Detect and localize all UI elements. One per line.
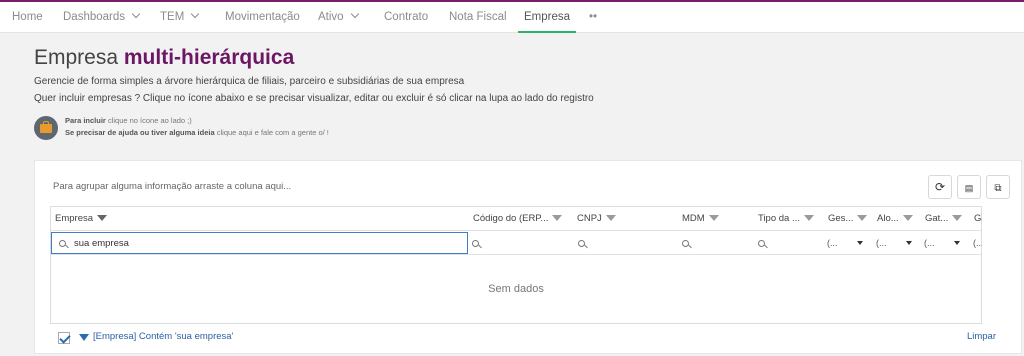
chevron-down-icon — [191, 9, 200, 19]
column-header-gat-2[interactable]: Gat — [974, 207, 982, 231]
search-icon — [578, 240, 585, 247]
company-grid: Empresa Código do (ERP... CNPJ MDM Tipo … — [50, 206, 982, 324]
nav-empresa[interactable]: Empresa — [517, 2, 577, 33]
nav-home[interactable]: Home — [12, 2, 43, 33]
export-button[interactable]: ▤ — [957, 175, 981, 199]
mdm-filter-input[interactable] — [682, 231, 752, 255]
nav-more[interactable]: •• — [589, 2, 597, 33]
chevron-down-icon — [131, 9, 141, 19]
nav-ativo[interactable]: Ativo — [318, 2, 359, 33]
filter-icon — [79, 334, 89, 341]
column-header-gat[interactable]: Gat... — [925, 207, 975, 231]
search-icon — [758, 240, 765, 247]
page-description-1: Gerencie de forma simples a árvore hierá… — [34, 76, 465, 87]
nav-nota-fiscal[interactable]: Nota Fiscal — [449, 2, 507, 33]
caret-down-icon — [857, 241, 863, 245]
help-contact-link[interactable]: Se precisar de ajuda ou tiver alguma ide… — [65, 128, 329, 137]
ges-filter-select[interactable]: (... — [827, 231, 875, 255]
page-description-2: Quer incluir empresas ? Clique no ícone … — [34, 93, 594, 104]
filter-icon[interactable] — [902, 215, 913, 221]
active-filter-text[interactable]: [Empresa] Contém 'sua empresa' — [93, 331, 233, 342]
top-nav: Home Dashboards TEM Movimentação Ativo C… — [0, 0, 1024, 33]
filter-icon[interactable] — [708, 215, 719, 221]
refresh-button[interactable]: ⟳ — [928, 175, 952, 199]
filter-icon[interactable] — [952, 215, 963, 221]
column-header-codigo-erp[interactable]: Código do (ERP... — [473, 207, 583, 231]
filter-icon[interactable] — [605, 215, 616, 221]
column-chooser-button[interactable]: ⧉ — [986, 175, 1010, 199]
gat-2-filter-select[interactable]: (... — [973, 231, 982, 255]
nav-contrato[interactable]: Contrato — [384, 2, 428, 33]
refresh-icon: ⟳ — [934, 180, 946, 194]
search-icon — [472, 240, 479, 247]
column-header-empresa[interactable]: Empresa — [55, 207, 455, 231]
grid-header-row: Empresa Código do (ERP... CNPJ MDM Tipo … — [51, 207, 982, 231]
nav-dashboards[interactable]: Dashboards — [63, 2, 141, 33]
group-panel[interactable]: Para agrupar alguma informação arraste a… — [53, 181, 291, 192]
tipo-filter-input[interactable] — [758, 231, 828, 255]
page-title-plain: Empresa — [34, 46, 119, 69]
filter-icon[interactable] — [552, 215, 563, 221]
search-icon — [59, 240, 66, 247]
caret-down-icon — [954, 241, 960, 245]
column-header-tipo[interactable]: Tipo da ... — [758, 207, 828, 231]
alo-filter-select[interactable]: (... — [876, 231, 924, 255]
active-filter-bar: [Empresa] Contém 'sua empresa' Limpar — [50, 324, 1008, 352]
caret-down-icon — [906, 241, 912, 245]
filter-icon[interactable] — [803, 215, 814, 221]
filter-enabled-checkbox[interactable] — [58, 332, 70, 344]
empty-state: Sem dados — [488, 283, 544, 295]
page-title-accent: multi-hierárquica — [123, 46, 295, 69]
add-company-button[interactable] — [34, 116, 58, 140]
company-grid-panel: Para agrupar alguma informação arraste a… — [34, 160, 1022, 354]
empresa-filter-input[interactable]: sua empresa — [51, 232, 468, 254]
nav-movimentacao[interactable]: Movimentação — [225, 2, 300, 33]
filter-icon[interactable] — [97, 215, 108, 221]
filter-icon[interactable] — [857, 215, 868, 221]
cnpj-filter-input[interactable] — [578, 231, 678, 255]
clear-filter-link[interactable]: Limpar — [967, 331, 996, 342]
column-header-alo[interactable]: Alo... — [877, 207, 927, 231]
chevron-down-icon — [350, 9, 359, 19]
nav-tem[interactable]: TEM — [160, 2, 200, 33]
export-icon: ▤ — [964, 183, 974, 193]
gat-filter-select[interactable]: (... — [924, 231, 972, 255]
grid-filter-row: sua empresa (... (... (... (... — [51, 231, 982, 255]
help-include-text: Para incluir clique no ícone ao lado ;) — [65, 116, 192, 125]
column-header-ges[interactable]: Ges... — [828, 207, 878, 231]
page-title: Empresa multi-hierárquica — [34, 46, 294, 70]
column-header-cnpj[interactable]: CNPJ — [577, 207, 657, 231]
column-chooser-icon: ⧉ — [994, 183, 1002, 194]
codigo-filter-input[interactable] — [472, 231, 572, 255]
search-icon — [682, 240, 689, 247]
column-header-mdm[interactable]: MDM — [682, 207, 752, 231]
